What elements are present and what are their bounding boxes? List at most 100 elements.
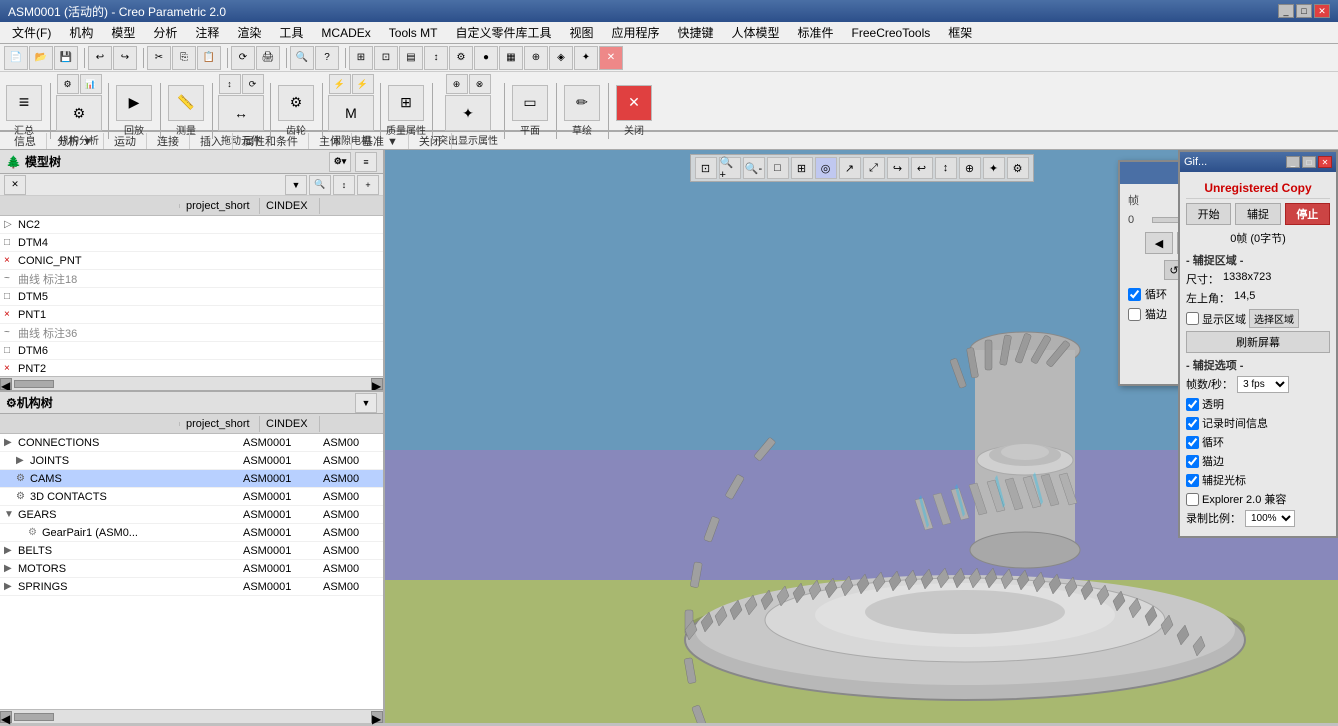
mtt-filter[interactable]: ▼	[285, 175, 307, 195]
h-scrollbar[interactable]: ◀ ▶	[0, 376, 383, 390]
menu-view[interactable]: 视图	[561, 22, 601, 43]
menu-annotation[interactable]: 注释	[187, 22, 227, 43]
vp-zoom-out[interactable]: 🔍-	[743, 157, 765, 179]
viewport[interactable]: ⊡ 🔍+ 🔍- □ ⊞ ◎ ↗ ⤢ ↪ ↩ ↕ ⊕ ✦ ⚙ 动画 帧	[385, 150, 1338, 723]
mech-tree-expand[interactable]: ▼	[355, 393, 377, 413]
tb-analysis2[interactable]: 📊	[80, 74, 102, 94]
tree-item-dtm4[interactable]: □ DTM4	[0, 234, 383, 252]
tb-drag1[interactable]: ↕	[219, 74, 241, 94]
gif-loop-cb[interactable]	[1186, 436, 1199, 449]
menu-tools[interactable]: 工具	[271, 22, 311, 43]
vp-render[interactable]: ✦	[983, 157, 1005, 179]
menu-app[interactable]: 应用程序	[603, 22, 667, 43]
gif-assist-btn[interactable]: 辅捉	[1235, 203, 1280, 225]
gif-stop-btn[interactable]: 停止	[1285, 203, 1330, 225]
menu-analysis[interactable]: 分析	[145, 22, 185, 43]
menu-standard[interactable]: 标准件	[790, 22, 842, 43]
mech-item-cams[interactable]: ⚙ CAMS ASM0001 ASM00	[0, 470, 383, 488]
tb-regen[interactable]: ⟳	[231, 46, 255, 70]
tb-plane-btn[interactable]: ▭	[512, 85, 548, 121]
model-tree-content[interactable]: ▷ NC2 □ DTM4 × CONIC_PNT ~ 曲线 标注18 □ DTM…	[0, 216, 383, 376]
scroll-left2[interactable]: ◀	[0, 711, 12, 723]
mtt-add[interactable]: +	[357, 175, 379, 195]
tb-stop[interactable]: ✕	[599, 46, 623, 70]
vp-view8[interactable]: ↕	[935, 157, 957, 179]
tb-extra9[interactable]: ◈	[549, 46, 573, 70]
tb-extra6[interactable]: ●	[474, 46, 498, 70]
anim-loop-cb[interactable]	[1128, 288, 1141, 301]
tb-save[interactable]: 💾	[54, 46, 78, 70]
mech-tree-content[interactable]: ▶ CONNECTIONS ASM0001 ASM00 ▶ JOINTS ASM…	[0, 434, 383, 709]
tree-item-nc2[interactable]: ▷ NC2	[0, 216, 383, 234]
vp-view9[interactable]: ⊕	[959, 157, 981, 179]
mech-item-gearpair1[interactable]: ⚙ GearPair1 (ASM0... ASM0001 ASM00	[0, 524, 383, 542]
menu-mcadex[interactable]: MCADEx	[313, 24, 378, 42]
tb-sketch-btn[interactable]: ✏	[564, 85, 600, 121]
tb-extra3[interactable]: ▤	[399, 46, 423, 70]
scroll-right[interactable]: ▶	[371, 378, 383, 390]
vp-view4[interactable]: ↗	[839, 157, 861, 179]
tree-item-conic[interactable]: × CONIC_PNT	[0, 252, 383, 270]
scroll-right2[interactable]: ▶	[371, 711, 383, 723]
menu-tools-mt[interactable]: Tools MT	[381, 24, 446, 42]
tb-open[interactable]: 📂	[29, 46, 53, 70]
tb-extra5[interactable]: ⚙	[449, 46, 473, 70]
menu-frame[interactable]: 框架	[940, 22, 980, 43]
tb-playback-btn[interactable]: ▶	[116, 85, 152, 121]
menu-custom-lib[interactable]: 自定义零件库工具	[447, 22, 559, 43]
tb-undo[interactable]: ↩	[88, 46, 112, 70]
close-btn[interactable]: ✕	[1314, 4, 1330, 18]
gif-transparent-cb[interactable]	[1186, 398, 1199, 411]
mech-item-gears[interactable]: ▼ GEARS ASM0001 ASM00	[0, 506, 383, 524]
tb-print[interactable]: 🖨	[256, 46, 280, 70]
mtt-sort[interactable]: ↕	[333, 175, 355, 195]
tb-extra10[interactable]: ✦	[574, 46, 598, 70]
mech-item-motors[interactable]: ▶ MOTORS ASM0001 ASM00	[0, 560, 383, 578]
vp-zoom-fit[interactable]: ⊡	[695, 157, 717, 179]
tb-motor1[interactable]: ⚡	[329, 74, 351, 94]
tree-item-dtm5[interactable]: □ DTM5	[0, 288, 383, 306]
mech-item-joints[interactable]: ▶ JOINTS ASM0001 ASM00	[0, 452, 383, 470]
tb-drag-btn[interactable]: ↔	[218, 95, 264, 131]
tb-extra2[interactable]: ⊡	[374, 46, 398, 70]
tb-mech-analysis[interactable]: ⚙	[56, 95, 102, 131]
gif-refresh-btn[interactable]: 刷新屏幕	[1186, 331, 1330, 353]
tb-gear-btn[interactable]: ⚙	[278, 85, 314, 121]
minimize-btn[interactable]: _	[1278, 4, 1294, 18]
vp-view1[interactable]: □	[767, 157, 789, 179]
menu-mechanism[interactable]: 机构	[61, 22, 101, 43]
mech-item-connections[interactable]: ▶ CONNECTIONS ASM0001 ASM00	[0, 434, 383, 452]
gif-fps-select[interactable]: 3 fps 5 fps 10 fps	[1237, 376, 1289, 393]
anim-trace-cb[interactable]	[1128, 308, 1141, 321]
menu-render[interactable]: 渲染	[229, 22, 269, 43]
tree-item-dtm6[interactable]: □ DTM6	[0, 342, 383, 360]
mech-item-3dcontacts[interactable]: ⚙ 3D CONTACTS ASM0001 ASM00	[0, 488, 383, 506]
scrollbar-thumb2[interactable]	[14, 713, 54, 721]
tb-drag2[interactable]: ⟳	[242, 74, 264, 94]
tb-extra1[interactable]: ⊞	[349, 46, 373, 70]
menu-file[interactable]: 文件(F)	[4, 22, 59, 43]
gif-maximize[interactable]: □	[1302, 156, 1316, 168]
scrollbar-thumb[interactable]	[14, 380, 54, 388]
gif-timestamp-cb[interactable]	[1186, 417, 1199, 430]
mtt-search[interactable]: 🔍	[309, 175, 331, 195]
tb-summary-btn[interactable]: ≡	[6, 85, 42, 121]
tb-extra4[interactable]: ↕	[424, 46, 448, 70]
tree-item-pnt2[interactable]: × PNT2	[0, 360, 383, 376]
vp-zoom-in[interactable]: 🔍+	[719, 157, 741, 179]
mech-item-springs[interactable]: ▶ SPRINGS ASM0001 ASM00	[0, 578, 383, 596]
tb-hl1[interactable]: ⊕	[446, 74, 468, 94]
tree-item-pnt1[interactable]: × PNT1	[0, 306, 383, 324]
menu-model[interactable]: 模型	[103, 22, 143, 43]
menu-freecreo[interactable]: FreeCreoTools	[844, 24, 939, 42]
tb-analysis1[interactable]: ⚙	[57, 74, 79, 94]
gif-scale-select[interactable]: 100% 75% 50%	[1245, 510, 1295, 527]
mtt-close[interactable]: ✕	[4, 175, 26, 195]
tb-hl2[interactable]: ⊗	[469, 74, 491, 94]
gif-start-btn[interactable]: 开始	[1186, 203, 1231, 225]
vp-view5[interactable]: ⤢	[863, 157, 885, 179]
vp-view7[interactable]: ↩	[911, 157, 933, 179]
model-tree-settings[interactable]: ⚙▾	[329, 152, 351, 172]
tb-search[interactable]: 🔍	[290, 46, 314, 70]
h-scrollbar-mech[interactable]: ◀ ▶	[0, 709, 383, 723]
